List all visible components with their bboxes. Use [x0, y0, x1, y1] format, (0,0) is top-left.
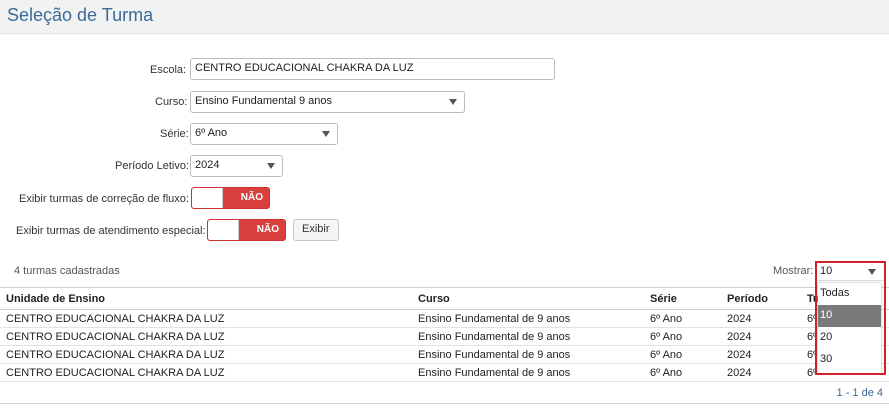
highlight-box	[815, 261, 886, 375]
correcao-label: Exibir turmas de correção de fluxo:	[19, 193, 189, 205]
table-row[interactable]: CENTRO EDUCACIONAL CHAKRA DA LUZ Ensino …	[0, 345, 889, 364]
cell-curso: Ensino Fundamental de 9 anos	[412, 345, 644, 364]
curso-select-value: Ensino Fundamental 9 anos	[195, 95, 332, 107]
table-row[interactable]: CENTRO EDUCACIONAL CHAKRA DA LUZ Ensino …	[0, 309, 889, 328]
page-header: Seleção de Turma	[0, 0, 889, 34]
periodo-label: Período Letivo:	[115, 160, 189, 172]
show-label: Mostrar:	[773, 265, 814, 277]
cell-curso: Ensino Fundamental de 9 anos	[412, 327, 644, 346]
cell-periodo: 2024	[721, 327, 801, 346]
column-header[interactable]: Unidade de Ensino	[0, 287, 412, 310]
turmas-table: Unidade de Ensino Curso Série Período Tu…	[0, 287, 889, 382]
atendimento-toggle[interactable]: NÃO	[207, 219, 286, 241]
atendimento-toggle-state: NÃO	[256, 224, 279, 235]
toggle-knob	[192, 188, 223, 208]
curso-select[interactable]: Ensino Fundamental 9 anos	[190, 91, 465, 113]
divider	[0, 403, 889, 404]
column-header[interactable]: Série	[644, 287, 721, 310]
exibir-button[interactable]: Exibir	[293, 219, 339, 241]
correcao-toggle-state: NÃO	[240, 192, 263, 203]
serie-select-value: 6º Ano	[195, 127, 228, 139]
chevron-down-icon	[449, 99, 457, 105]
cell-serie: 6º Ano	[644, 345, 721, 364]
table-row[interactable]: CENTRO EDUCACIONAL CHAKRA DA LUZ Ensino …	[0, 363, 889, 382]
column-header[interactable]: Período	[721, 287, 801, 310]
periodo-select[interactable]: 2024	[190, 155, 283, 177]
correcao-toggle[interactable]: NÃO	[191, 187, 270, 209]
chevron-down-icon	[267, 163, 275, 169]
turmas-count: 4 turmas cadastradas	[14, 265, 120, 277]
cell-serie: 6º Ano	[644, 309, 721, 328]
toggle-knob	[208, 220, 239, 240]
cell-unidade: CENTRO EDUCACIONAL CHAKRA DA LUZ	[0, 345, 412, 364]
column-header[interactable]: Curso	[412, 287, 644, 310]
cell-serie: 6º Ano	[644, 363, 721, 382]
cell-curso: Ensino Fundamental de 9 anos	[412, 363, 644, 382]
cell-periodo: 2024	[721, 345, 801, 364]
serie-label: Série:	[160, 128, 189, 140]
cell-unidade: CENTRO EDUCACIONAL CHAKRA DA LUZ	[0, 363, 412, 382]
escola-label: Escola:	[150, 64, 187, 76]
escola-field[interactable]: CENTRO EDUCACIONAL CHAKRA DA LUZ	[190, 58, 555, 80]
cell-serie: 6º Ano	[644, 327, 721, 346]
atendimento-label: Exibir turmas de atendimento especial:	[16, 225, 206, 237]
table-header-row: Unidade de Ensino Curso Série Período Tu	[0, 287, 889, 310]
table-row[interactable]: CENTRO EDUCACIONAL CHAKRA DA LUZ Ensino …	[0, 327, 889, 346]
cell-periodo: 2024	[721, 363, 801, 382]
serie-select[interactable]: 6º Ano	[190, 123, 338, 145]
pagination-info: 1 - 1 de 4	[836, 387, 883, 399]
curso-label: Curso:	[155, 96, 188, 108]
chevron-down-icon	[322, 131, 330, 137]
cell-curso: Ensino Fundamental de 9 anos	[412, 309, 644, 328]
cell-periodo: 2024	[721, 309, 801, 328]
cell-unidade: CENTRO EDUCACIONAL CHAKRA DA LUZ	[0, 327, 412, 346]
page-title: Seleção de Turma	[7, 5, 154, 25]
cell-unidade: CENTRO EDUCACIONAL CHAKRA DA LUZ	[0, 309, 412, 328]
periodo-select-value: 2024	[195, 159, 220, 171]
